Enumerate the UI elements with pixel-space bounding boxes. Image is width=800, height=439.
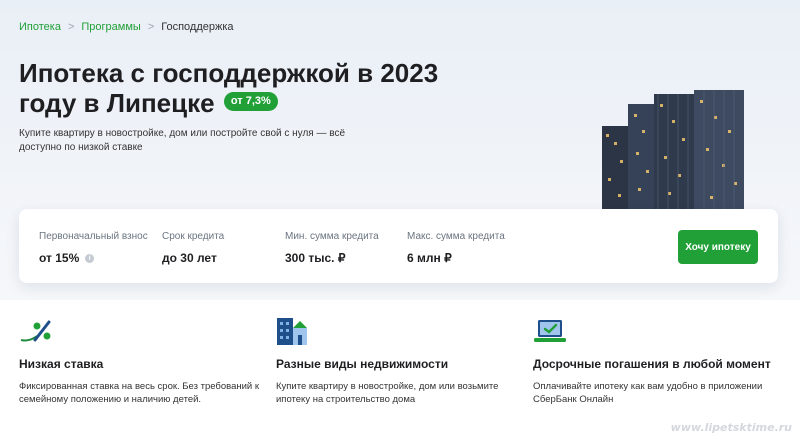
breadcrumb-item-mortgage[interactable]: Ипотека <box>19 21 61 33</box>
feature-early-repayment: Досрочные погашения в любой момент Оплач… <box>533 316 783 406</box>
chevron-right-icon: > <box>67 21 75 33</box>
percent-icon <box>20 320 51 342</box>
param-value-text: от 15% <box>39 251 80 265</box>
watermark: www.lipetsktime.ru <box>670 421 792 434</box>
feature-text: Купите квартиру в новостройке, дом или в… <box>276 381 499 405</box>
feature-title: Разные виды недвижимости <box>276 357 449 371</box>
feature-text: Оплачивайте ипотеку как вам удобно в при… <box>533 381 763 405</box>
param-value: 300 тыс. ₽ <box>285 251 346 265</box>
param-value: от 15% i <box>39 251 148 265</box>
building-illustration <box>602 90 744 212</box>
param-label: Срок кредита <box>162 231 225 242</box>
param-label: Мин. сумма кредита <box>285 231 379 242</box>
chevron-right-icon: > <box>147 21 155 33</box>
breadcrumb: Ипотека > Программы > Господдержка <box>19 21 234 33</box>
feature-title: Досрочные погашения в любой момент <box>533 357 771 371</box>
buildings-icon <box>277 318 307 345</box>
feature-property-types: Разные виды недвижимости Купите квартиру… <box>276 316 526 406</box>
param-term: Срок кредита до 30 лет <box>162 231 224 265</box>
laptop-icon <box>534 320 566 342</box>
param-value: до 30 лет <box>162 251 217 265</box>
want-mortgage-button[interactable]: Хочу ипотеку <box>678 230 758 264</box>
breadcrumb-item-current: Господдержка <box>161 21 234 33</box>
page-title: Ипотека с господдержкой в 2023 году в Ли… <box>19 58 449 118</box>
param-max-amount: Макс. сумма кредита 6 млн ₽ <box>407 231 505 265</box>
feature-low-rate: Низкая ставка Фиксированная ставка на ве… <box>19 316 269 406</box>
feature-title: Низкая ставка <box>19 357 104 371</box>
breadcrumb-item-programs[interactable]: Программы <box>81 21 140 33</box>
info-icon[interactable]: i <box>85 253 95 263</box>
rate-badge: от 7,3% <box>223 91 278 111</box>
param-value: 6 млн ₽ <box>407 251 452 265</box>
param-label: Макс. сумма кредита <box>407 231 505 242</box>
feature-text: Фиксированная ставка на весь срок. Без т… <box>19 381 260 405</box>
mortgage-params-card: Первоначальный взнос от 15% i Срок кредит… <box>19 209 778 283</box>
param-down-payment: Первоначальный взнос от 15% i <box>39 231 148 265</box>
param-min-amount: Мин. сумма кредита 300 тыс. ₽ <box>285 231 379 265</box>
param-label: Первоначальный взнос <box>39 231 148 242</box>
page-subtitle: Купите квартиру в новостройке, дом или п… <box>19 128 346 153</box>
